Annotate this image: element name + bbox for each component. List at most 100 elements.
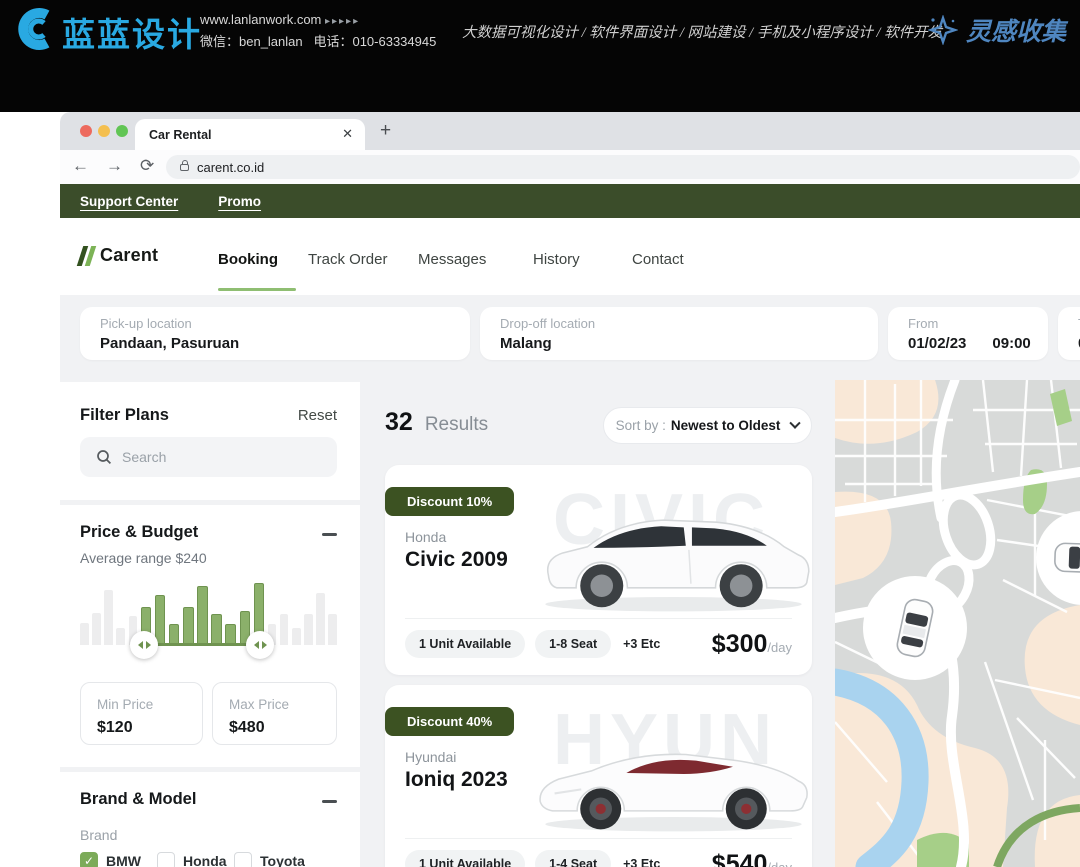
histogram-bar [80,623,89,645]
histogram-bar [280,614,289,646]
brand-checkbox-bmw[interactable]: ✓ BMW [80,852,141,867]
checkbox-label: BMW [106,853,141,867]
card-divider [405,618,792,619]
from-label: From [908,316,1028,331]
checkbox-icon[interactable]: ✓ [234,852,252,867]
browser-tab[interactable]: Car Rental ✕ [135,119,365,150]
to-date-field[interactable]: T 0 [1058,307,1080,360]
results-count: 32 Results [385,408,488,437]
active-tab-underline [218,288,296,291]
price-budget-section: Price & Budget Average range $240 Min Pr… [60,505,360,767]
banner-contact: www.lanlanwork.com ▸▸▸▸▸ 微信：ben_lanlan 电… [200,10,436,52]
site-promo-bar: Support Center Promo [60,184,1080,218]
chevron-down-icon [790,417,801,428]
car-model: Ioniq 2023 [405,768,508,792]
promo-banner: 蓝蓝设计 www.lanlanwork.com ▸▸▸▸▸ 微信：ben_lan… [0,0,1080,112]
nav-item-track-order[interactable]: Track Order [308,251,387,268]
nav-item-booking[interactable]: Booking [218,251,278,268]
banner-collect-label: 灵感收集 [966,12,1066,48]
maximize-window-button[interactable] [116,125,128,137]
discount-badge: Discount 10% [385,487,514,516]
range-slider-handle-max[interactable] [246,631,274,659]
back-icon[interactable]: ← [72,156,89,176]
from-date-field[interactable]: From 01/02/2309:00 [888,307,1048,360]
banner-services: 大数据可视化设计 / 软件界面设计 / 网站建设 / 手机及小程序设计 / 软件… [462,21,942,42]
histogram-bar [197,586,208,646]
dropoff-label: Drop-off location [500,316,858,331]
car-brand: Hyundai [405,749,456,765]
browser-toolbar: ← → ⟳ carent.co.id [60,150,1080,184]
seats-pill: 1-4 Seat [535,850,611,867]
price-section-title: Price & Budget [80,523,198,542]
range-slider-handle-min[interactable] [130,631,158,659]
reload-icon[interactable]: ⟳ [140,156,154,176]
car-card-civic[interactable]: CIVIC Discount 10% Honda Civic 2009 1 Un… [385,465,812,675]
search-placeholder: Search [122,449,166,465]
pickup-location-field[interactable]: Pick-up location Pandaan, Pasuruan [80,307,470,360]
range-baseline [144,643,260,646]
new-tab-button[interactable]: + [380,120,391,142]
dropoff-location-field[interactable]: Drop-off location Malang [480,307,878,360]
reset-button[interactable]: Reset [298,407,337,424]
map-car-marker[interactable] [863,576,967,680]
close-window-button[interactable] [80,125,92,137]
checkbox-icon[interactable]: ✓ [80,852,98,867]
max-price-input[interactable]: Max Price $480 [212,682,337,745]
car-image-ioniq [530,711,812,839]
nav-item-history[interactable]: History [533,251,580,268]
banner-phone: 电话：010-63334945 [313,34,436,49]
units-pill: 1 Unit Available [405,850,525,867]
banner-collect[interactable]: 灵感收集 [928,12,1066,48]
filter-search-input[interactable]: Search [80,437,337,477]
card-meta-row: 1 Unit Available 1-4 Seat +3 Etc $540/da… [405,849,792,867]
minimize-window-button[interactable] [98,125,110,137]
collapse-price-icon[interactable] [322,533,337,536]
browser-tabstrip: Car Rental ✕ + [60,112,1080,150]
brand-name: Carent [100,245,158,266]
filter-header-section: Filter Plans Reset Search [60,382,360,500]
nav-item-messages[interactable]: Messages [418,251,486,268]
support-center-link[interactable]: Support Center [80,194,178,209]
screenshot-root: 蓝蓝设计 www.lanlanwork.com ▸▸▸▸▸ 微信：ben_lan… [0,0,1080,867]
card-meta-row: 1 Unit Available 1-8 Seat +3 Etc $300/da… [405,629,792,659]
lock-icon [180,164,189,171]
histogram-bar [304,614,313,646]
banner-website[interactable]: www.lanlanwork.com [200,12,321,27]
histogram-bar [211,614,222,646]
map-panel[interactable] [835,380,1080,867]
extra-tags: +3 Etc [623,857,660,867]
histogram-bar [116,628,125,646]
brand-checkbox-honda[interactable]: ✓ Honda [157,852,227,867]
brand-checkbox-toyota[interactable]: ✓ Toyota [234,852,305,867]
price-unit: /day [767,860,792,867]
min-price-input[interactable]: Min Price $120 [80,682,203,745]
filter-title: Filter Plans [80,406,169,425]
min-price-label: Min Price [97,697,202,712]
forward-icon[interactable]: → [106,156,123,176]
tab-close-icon[interactable]: ✕ [342,126,353,142]
car-model: Civic 2009 [405,548,508,572]
pickup-label: Pick-up location [100,316,450,331]
histogram-bar [183,607,194,646]
car-image-civic [530,491,812,619]
collapse-brand-icon[interactable] [322,800,337,803]
seats-pill: 1-8 Seat [535,630,611,658]
promo-link[interactable]: Promo [218,194,261,209]
units-pill: 1 Unit Available [405,630,525,658]
carent-logo[interactable]: Carent [80,245,158,266]
car-card-ioniq[interactable]: HYUN Discount 40% Hyundai Ioniq 2023 1 U… [385,685,812,867]
sort-dropdown[interactable]: Sort by : Newest to Oldest [603,407,812,444]
price-amount: $300 [712,630,768,659]
search-icon [96,449,112,465]
average-range-label: Average range $240 [80,550,207,566]
pickup-value: Pandaan, Pasuruan [100,335,239,352]
carent-logo-icon [77,246,96,266]
checkbox-icon[interactable]: ✓ [157,852,175,867]
lanlan-logo-icon [14,8,58,50]
car-brand: Honda [405,529,446,545]
results-suffix: Results [425,414,488,436]
sort-value: Newest to Oldest [671,418,781,433]
address-bar[interactable]: carent.co.id [166,155,1080,179]
sparkle-icon [928,15,958,45]
nav-item-contact[interactable]: Contact [632,251,684,268]
